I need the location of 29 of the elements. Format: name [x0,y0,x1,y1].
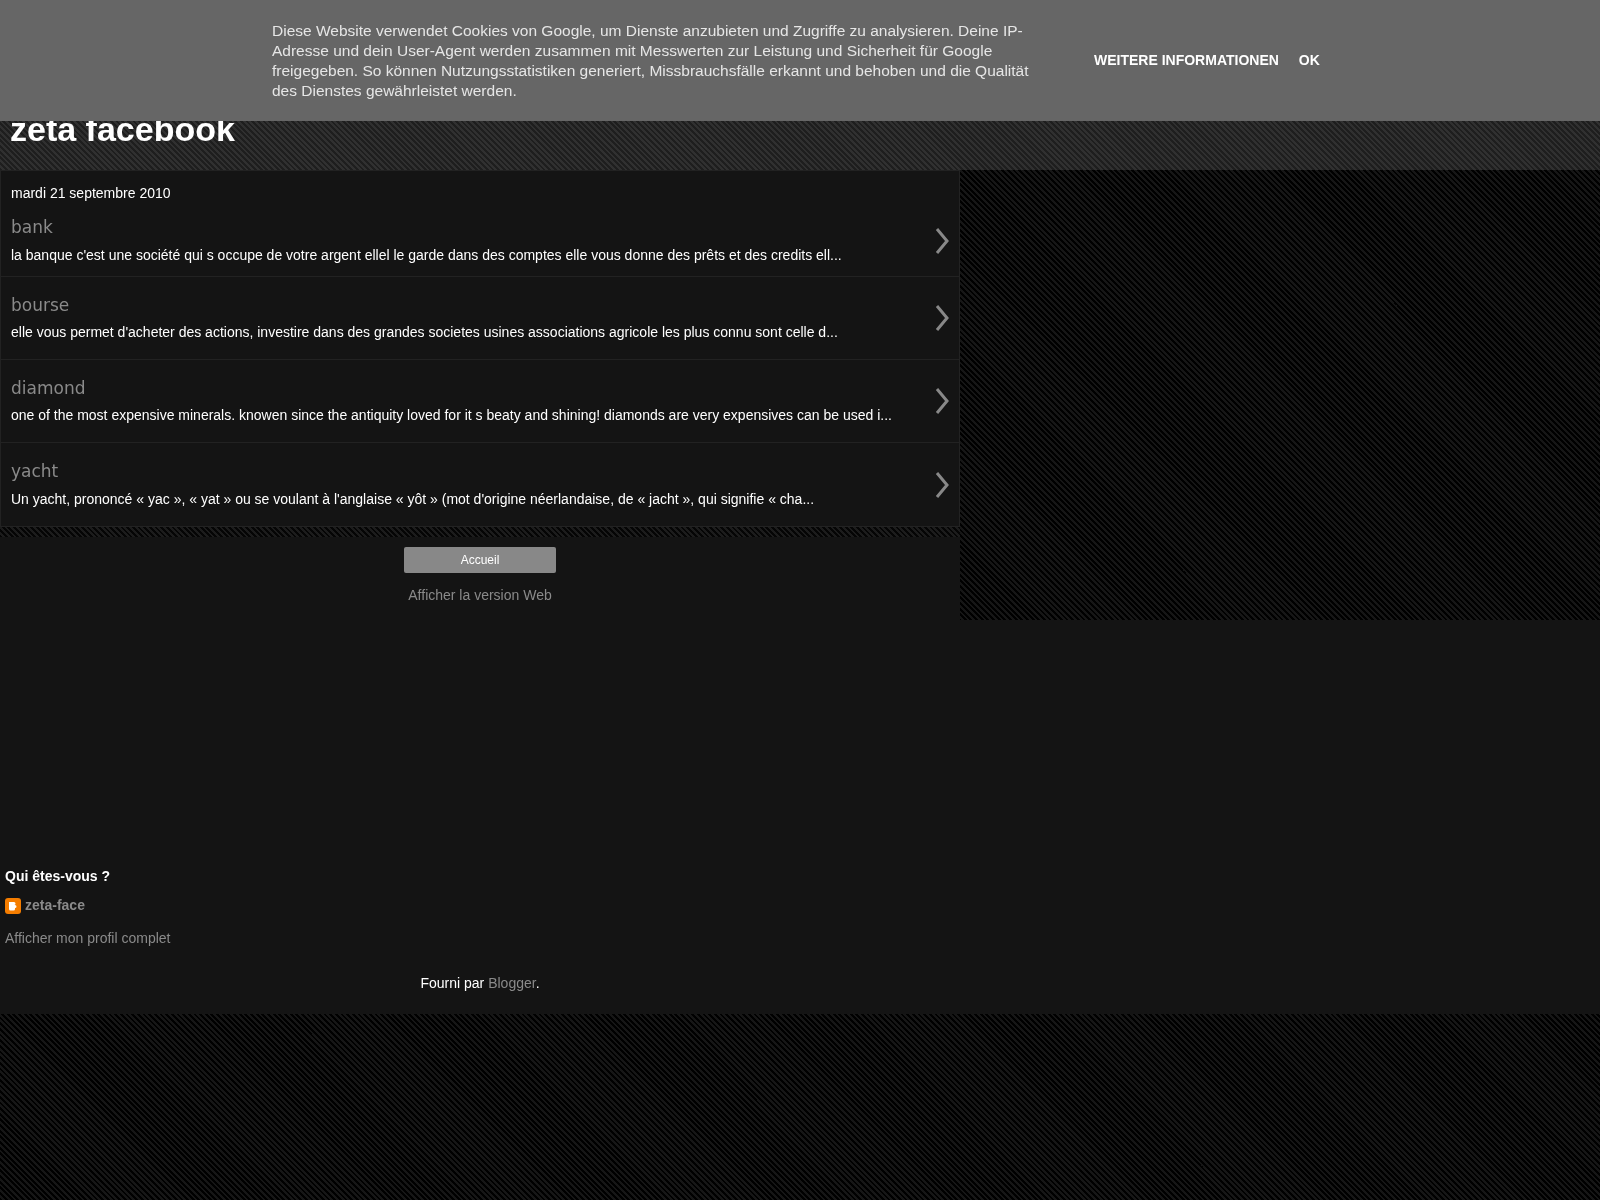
full-profile-link[interactable]: Afficher mon profil complet [5,928,1600,949]
post-item[interactable]: bourse elle vous permet d'acheter des actions, investire dans des grandes societes usines associations agricole les plus connu sont celle d... [1,277,959,360]
post-item[interactable]: bank la banque c'est une société qui s occupe de votre argent ellel le garde dans des comptes elle vous donne des prêts et des credits ell... [1,205,959,277]
chevron-icon [935,305,949,331]
web-version-link[interactable]: Afficher la version Web [408,585,552,606]
post-title: bourse [11,293,71,317]
ok-button[interactable]: OK [1298,50,1320,71]
post-snippet: elle vous permet d'acheter des actions, investire dans des grandes societes usines associations agricole les plus connu sont celle d... [11,323,839,343]
blogger-link[interactable]: Blogger [488,975,536,991]
more-info-button[interactable]: WEITERE INFORMATIONEN [1094,50,1279,71]
post-snippet: one of the most expensive minerals. knowen since the antiquity loved for it s beaty and shining! diamonds are very expensives can be used i... [11,406,893,426]
profile-name-link[interactable]: zeta-face [25,895,85,916]
chevron-icon [935,471,949,498]
post-item[interactable]: yacht Un yacht, prononcé « yac », « yat » ou se voulant à l'anglaise « yôt » (mot d'origine néerlandaise, de « jacht », qui signifie « cha... [1,443,959,526]
chevron-icon [935,227,949,254]
blog-title: zeta facebook [10,110,235,148]
chevron-icon [935,388,949,414]
post-title: diamond [11,376,87,400]
post-title: bank [11,216,54,240]
home-button[interactable]: Accueil [404,547,556,573]
post-title: yacht [11,460,60,484]
cookie-message: Diese Website verwendet Cookies von Google, um Dienste anzubieten und Zugriffe zu analysieren. Deine IP-Adresse und dein User-Agent werden zusammen mit Messwerten zur Leistung und Sicherheit für Google freigegeben. So können Nutzungsstatistiken generiert, Missbrauchsfälle erkannt und behoben und die Qualität des Dienstes gewährleistet werden. [272,20,1030,101]
date-header: mardi 21 septembre 2010 [11,185,171,201]
blogger-logo-icon [5,897,21,914]
post-snippet: Un yacht, prononcé « yac », « yat » ou se voulant à l'anglaise « yôt » (mot d'origine néerlandaise, de « jacht », qui signifie « cha... [11,489,816,509]
post-snippet: la banque c'est une société qui s occupe de votre argent ellel le garde dans des comptes elle vous donne des prêts et des credits ell... [11,245,843,265]
post-item[interactable]: diamond one of the most expensive minerals. knowen since the antiquity loved for it s beaty and shining! diamonds are very expensives can be used i... [1,360,959,443]
footer-text: Fourni par Blogger. [420,974,540,993]
profile-heading: Qui êtes-vous ? [5,867,112,886]
